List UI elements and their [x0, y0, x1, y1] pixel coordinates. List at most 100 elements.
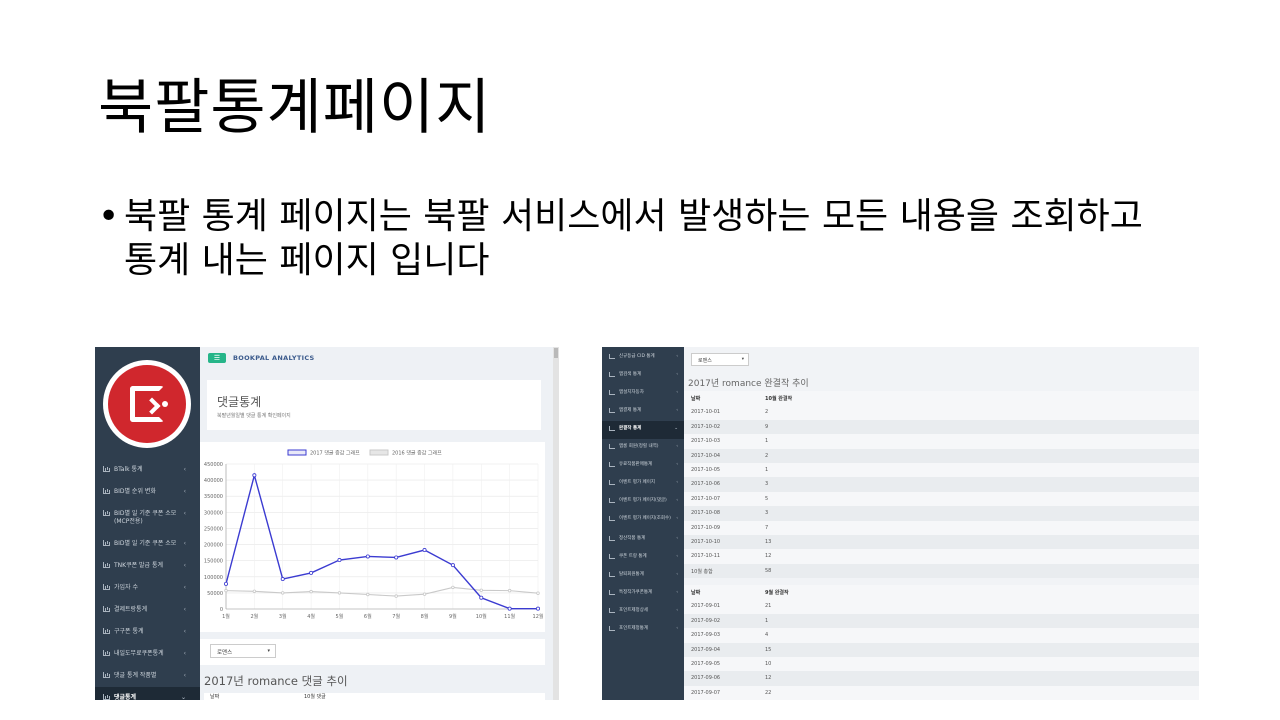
menu-toggle-button[interactable]: ☰: [208, 353, 226, 363]
table-cell: 2017-10-07: [691, 495, 721, 502]
scrollbar-thumb[interactable]: [554, 348, 558, 358]
table-cell: 2: [765, 409, 769, 416]
sidebar-item[interactable]: 댓글 통계 작품별 ‹: [95, 665, 200, 687]
table-cell: 2017-09-01: [691, 603, 721, 610]
sidebar-item[interactable]: 앱롱 회원(정렬 내역) ‹: [602, 439, 684, 457]
table-cell: 2: [765, 452, 769, 459]
sidebar-item[interactable]: 내일도무료쿠폰통계 ‹: [95, 643, 200, 665]
bar-chart-icon: [609, 372, 615, 377]
y-tick-label: 300000: [204, 510, 223, 516]
sidebar-item[interactable]: 특정작가쿠폰통계 ‹: [602, 585, 684, 603]
chevron-icon: ⌄: [180, 694, 186, 700]
x-tick-label: 6월: [364, 613, 372, 620]
sidebar-item-label: 완결작 통계: [619, 426, 642, 431]
table-cell: 2017-10-09: [691, 524, 721, 531]
header-date: 날짜: [210, 694, 220, 700]
genre-select[interactable]: 로맨스 ▾: [210, 644, 276, 658]
sidebar-item[interactable]: 이벤트 평가 페이지 ‹: [602, 475, 684, 493]
sidebar-item[interactable]: 포인트제정상세 ‹: [602, 603, 684, 621]
sidebar-item[interactable]: 포인트제정통계 ‹: [602, 621, 684, 639]
data-point: [337, 558, 342, 563]
sidebar-item[interactable]: 신규등급 CID 통계 ‹: [602, 349, 684, 367]
bar-chart-icon: [103, 488, 110, 494]
chevron-icon: ‹: [183, 562, 186, 569]
sidebar-item[interactable]: BID별 일 기준 쿠폰 소모 ‹: [95, 533, 200, 555]
table-row: 2017-09-04 15: [684, 642, 1199, 657]
y-tick-label: 0: [220, 607, 223, 613]
data-point: [252, 589, 257, 593]
sidebar-item-label: 신규등급 CID 통계: [619, 354, 655, 359]
genre-select[interactable]: 로맨스 ▾: [691, 353, 749, 366]
legend-swatch: [287, 449, 307, 456]
chevron-icon: ‹: [183, 672, 186, 679]
table-header-cell: 날짜: [691, 396, 701, 402]
sidebar-item-label: 이벤트 평가 페이지: [619, 480, 655, 485]
x-tick-label: 1월: [222, 613, 230, 620]
sidebar-item[interactable]: 유료작품판매통계 ‹: [602, 457, 684, 475]
table-header-row: 날짜 9월 완결작: [684, 585, 1199, 600]
sidebar-item[interactable]: BTalk 통계 ‹: [95, 459, 200, 481]
genre-select-value: 로맨스: [698, 358, 712, 364]
sidebar-item[interactable]: 앱검색 통계 ‹: [602, 367, 684, 385]
sidebar-item[interactable]: 댓글통계 ⌄: [95, 687, 200, 700]
table-cell: 3: [765, 510, 769, 517]
x-tick-label: 10월: [476, 613, 487, 620]
sidebar-item[interactable]: TNK쿠폰 발급 통계 ‹: [95, 555, 200, 577]
sidebar-item[interactable]: BID별 순위 변화 ‹: [95, 481, 200, 503]
bar-chart-icon: [103, 650, 110, 656]
y-tick-label: 400000: [204, 478, 223, 484]
table-row: 2017-10-05 1: [684, 462, 1199, 478]
sidebar-item[interactable]: 탈퇴회원통계 ‹: [602, 567, 684, 585]
table-cell: 12: [765, 553, 772, 560]
table-cell: 2017-10-03: [691, 438, 721, 445]
table-cell: 2017-09-07: [691, 689, 721, 696]
data-point: [223, 581, 228, 586]
sidebar-item-label: 구구폰 통계: [114, 628, 144, 635]
top-bar: ☰ BOOKPAL ANALYTICS: [200, 347, 559, 369]
sidebar-item-label: BTalk 통계: [114, 466, 143, 473]
sidebar-item[interactable]: 구구폰 통계 ‹: [95, 621, 200, 643]
september-table: 날짜 9월 완결작 2017-09-01 21 2017-09-02 1 2017-09-0…: [684, 585, 1199, 700]
table-cell: 1: [765, 466, 769, 473]
sidebar-item-label: BID별 순위 변화: [114, 488, 156, 495]
bookpal-logo[interactable]: [103, 360, 191, 448]
sidebar-item-label: 앱검색 통계: [619, 372, 642, 377]
bar-chart-icon: [609, 572, 615, 577]
sidebar-item[interactable]: 정산작품 통계 ‹: [602, 531, 684, 549]
table-cell: 2017-09-05: [691, 660, 721, 667]
sidebar-item[interactable]: 이벤트 평가 페이지(조회수) ‹: [602, 511, 684, 531]
sidebar-item[interactable]: 결제트랑통계 ‹: [95, 599, 200, 621]
data-point: [507, 588, 512, 593]
sidebar-item[interactable]: 완결작 통계 ⌄: [602, 421, 684, 439]
chart-panel: 0 50000 100000 150000 200000 250000 300000 3500…: [200, 442, 545, 632]
table-row: 2017-09-01 21: [684, 599, 1199, 614]
slide-bullet: • 북팔 통계 페이지는 북팔 서비스에서 발생하는 모든 내용을 조회하고 통…: [98, 195, 1178, 283]
sidebar-item-label: TNK쿠폰 발급 통계: [114, 562, 164, 569]
bar-chart-icon: [609, 554, 615, 559]
header-count: 10월 댓글: [304, 694, 326, 700]
scrollbar[interactable]: [553, 347, 559, 700]
sidebar-item[interactable]: 앱결제 통계 ‹: [602, 403, 684, 421]
sidebar-item[interactable]: 쿠폰 트랑 통계 ‹: [602, 549, 684, 567]
bar-chart-icon: [609, 462, 615, 467]
x-tick-label: 9월: [449, 613, 457, 620]
bar-chart-icon: [103, 694, 110, 700]
sidebar-item-label: 앱롱 회원(정렬 내역): [619, 444, 659, 449]
x-tick-label: 5월: [336, 613, 344, 620]
data-point: [224, 588, 228, 593]
chevron-icon: ‹: [676, 626, 678, 631]
table-row: 10월 총합 58: [684, 563, 1199, 579]
table-row: 2017-09-06 12: [684, 671, 1199, 686]
sidebar-item[interactable]: 앱설치자동차 ‹: [602, 385, 684, 403]
x-tick-label: 8월: [421, 613, 429, 620]
bar-chart-icon: [103, 628, 110, 634]
sidebar-item[interactable]: BID별 일 기준 쿠폰 소모 (MCP전용) ‹: [95, 503, 200, 533]
sidebar-item[interactable]: 가입자 수 ‹: [95, 577, 200, 599]
table-row: 2017-10-11 12: [684, 549, 1199, 564]
sidebar-item[interactable]: 이벤트 평가 페이지(댓글) ‹: [602, 493, 684, 511]
table-cell: 10월 총합: [691, 568, 713, 575]
table-row: 2017-09-05 10: [684, 656, 1199, 672]
bar-chart-icon: [609, 354, 615, 359]
chevron-icon: ‹: [183, 628, 186, 635]
genre-select-value: 로맨스: [217, 650, 233, 656]
